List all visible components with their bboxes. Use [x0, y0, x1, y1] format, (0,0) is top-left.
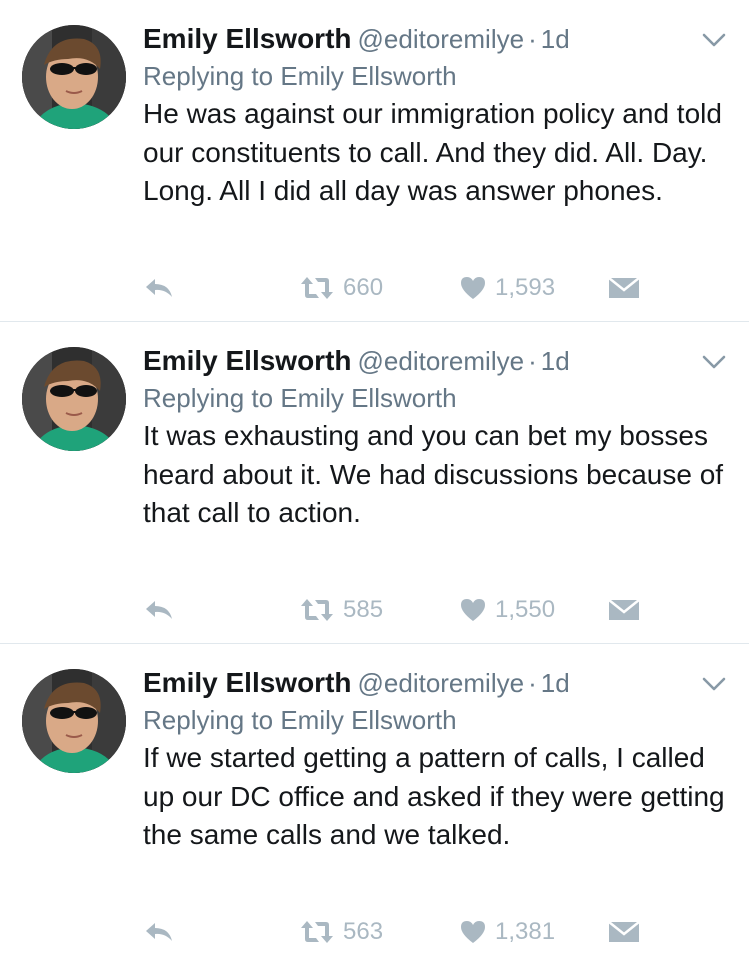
replying-to: Replying to Emily Ellsworth [143, 382, 457, 414]
replying-to-prefix: Replying to [143, 383, 274, 413]
replying-to-user[interactable]: Emily Ellsworth [280, 61, 456, 91]
like-button[interactable]: 1,381 [459, 912, 555, 952]
tweet[interactable]: Emily Ellsworth @editoremilye · 1d Replying… [0, 644, 749, 961]
retweet-count: 585 [343, 596, 384, 623]
replying-to: Replying to Emily Ellsworth [143, 704, 457, 736]
tweet-text: It was exhausting and you can bet my bos… [143, 420, 724, 528]
heart-icon [459, 275, 487, 301]
tweet-text: He was against our immigration policy an… [143, 98, 722, 206]
like-count: 1,550 [495, 596, 556, 623]
tweet-actions: 563 1,381 [143, 912, 703, 952]
tweet-header: Emily Ellsworth @editoremilye · 1d [143, 666, 689, 700]
like-count: 1,381 [495, 918, 556, 945]
tweet-text: If we started getting a pattern of calls… [143, 742, 725, 850]
retweet-icon [299, 275, 335, 301]
chevron-down-icon[interactable] [701, 674, 727, 694]
reply-icon [143, 276, 175, 300]
like-button[interactable]: 1,593 [459, 268, 555, 308]
replying-to-user[interactable]: Emily Ellsworth [280, 705, 456, 735]
tweet-actions: 660 1,593 [143, 268, 703, 308]
tweet-header: Emily Ellsworth @editoremilye · 1d [143, 344, 689, 378]
retweet-count: 563 [343, 918, 384, 945]
chevron-down-icon[interactable] [701, 352, 727, 372]
direct-message-button[interactable] [608, 590, 640, 630]
replying-to-user[interactable]: Emily Ellsworth [280, 383, 456, 413]
envelope-icon [608, 598, 640, 622]
author-name[interactable]: Emily Ellsworth [143, 667, 352, 698]
heart-icon [459, 597, 487, 623]
tweet-timestamp[interactable]: 1d [541, 668, 570, 698]
envelope-icon [608, 920, 640, 944]
avatar[interactable] [22, 25, 126, 129]
reply-button[interactable] [143, 268, 175, 308]
chevron-down-icon[interactable] [701, 30, 727, 50]
reply-icon [143, 598, 175, 622]
avatar[interactable] [22, 347, 126, 451]
reply-button[interactable] [143, 912, 175, 952]
tweet[interactable]: Emily Ellsworth @editoremilye · 1d Replying… [0, 0, 749, 322]
author-name[interactable]: Emily Ellsworth [143, 23, 352, 54]
retweet-count: 660 [343, 274, 384, 301]
replying-to: Replying to Emily Ellsworth [143, 60, 457, 92]
retweet-icon [299, 919, 335, 945]
separator-dot: · [528, 24, 537, 54]
replying-to-prefix: Replying to [143, 705, 274, 735]
heart-icon [459, 919, 487, 945]
separator-dot: · [528, 346, 537, 376]
direct-message-button[interactable] [608, 912, 640, 952]
retweet-button[interactable]: 563 [299, 912, 383, 952]
reply-button[interactable] [143, 590, 175, 630]
tweet-actions: 585 1,550 [143, 590, 703, 630]
author-handle[interactable]: @editoremilye [358, 24, 525, 54]
separator-dot: · [528, 668, 537, 698]
like-count: 1,593 [495, 274, 556, 301]
retweet-icon [299, 597, 335, 623]
replying-to-prefix: Replying to [143, 61, 274, 91]
direct-message-button[interactable] [608, 268, 640, 308]
tweet[interactable]: Emily Ellsworth @editoremilye · 1d Replying… [0, 322, 749, 644]
author-handle[interactable]: @editoremilye [358, 346, 525, 376]
retweet-button[interactable]: 660 [299, 268, 383, 308]
retweet-button[interactable]: 585 [299, 590, 383, 630]
envelope-icon [608, 276, 640, 300]
tweet-thread: Emily Ellsworth @editoremilye · 1d Replying… [0, 0, 749, 961]
avatar[interactable] [22, 669, 126, 773]
author-name[interactable]: Emily Ellsworth [143, 345, 352, 376]
like-button[interactable]: 1,550 [459, 590, 555, 630]
tweet-timestamp[interactable]: 1d [541, 346, 570, 376]
tweet-timestamp[interactable]: 1d [541, 24, 570, 54]
author-handle[interactable]: @editoremilye [358, 668, 525, 698]
tweet-header: Emily Ellsworth @editoremilye · 1d [143, 22, 689, 56]
reply-icon [143, 920, 175, 944]
